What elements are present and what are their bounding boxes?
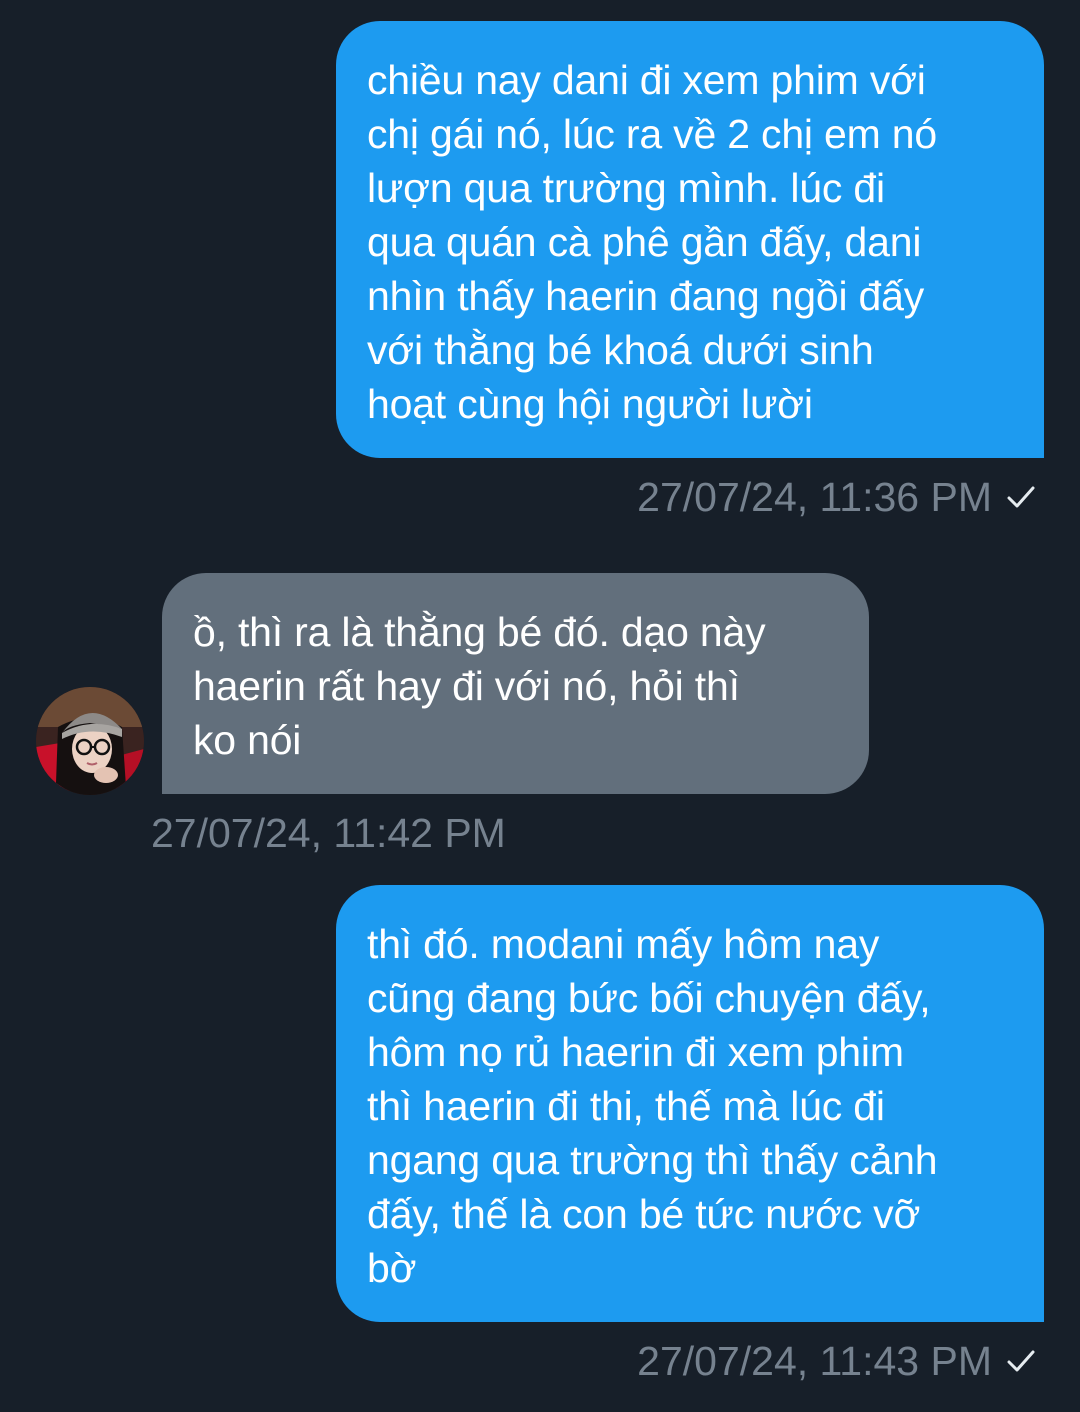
avatar[interactable]	[36, 687, 144, 795]
message-bubble-received[interactable]: ồ, thì ra là thằng bé đó. dạo này haerin…	[162, 573, 869, 794]
message-bubble-sent[interactable]: chiều nay dani đi xem phim với chị gái n…	[336, 21, 1044, 458]
avatar-image	[36, 687, 144, 795]
message-timestamp: 27/07/24, 11:36 PM	[637, 474, 992, 520]
message-bubble-sent[interactable]: thì đó. modani mấy hôm nay cũng đang bức…	[336, 885, 1044, 1322]
checkmark-icon	[1007, 1350, 1035, 1372]
message-meta: 27/07/24, 11:42 PM	[151, 808, 506, 858]
message-meta: 27/07/24, 11:43 PM	[637, 1336, 1036, 1386]
message-timestamp: 27/07/24, 11:42 PM	[151, 810, 506, 856]
checkmark-icon	[1007, 486, 1035, 508]
message-meta: 27/07/24, 11:36 PM	[637, 472, 1036, 522]
message-timestamp: 27/07/24, 11:43 PM	[637, 1338, 992, 1384]
